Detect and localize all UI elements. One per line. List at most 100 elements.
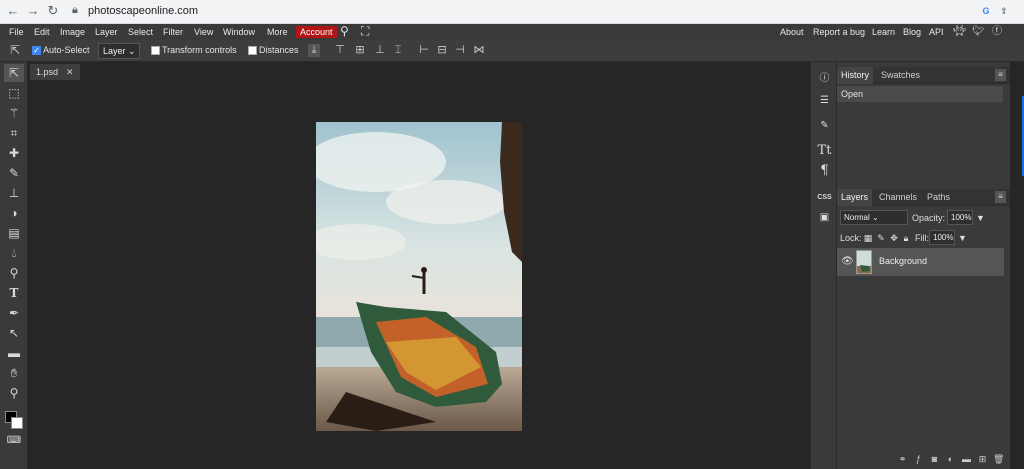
align-bottom-icon[interactable]: ⊥: [374, 44, 386, 57]
menu-window[interactable]: Window: [223, 26, 255, 38]
close-tab-icon[interactable]: ✕: [66, 67, 74, 77]
css-icon[interactable]: CSS: [814, 189, 835, 207]
link-report-bug[interactable]: Report a bug: [813, 26, 865, 38]
keyboard-icon[interactable]: ⌨: [4, 432, 24, 450]
image-canvas[interactable]: [316, 122, 522, 431]
menu-layer[interactable]: Layer: [95, 26, 118, 38]
link-blog[interactable]: Blog: [903, 26, 921, 38]
new-group-icon[interactable]: ▬: [961, 454, 972, 465]
tab-paths[interactable]: Paths: [923, 189, 954, 206]
browser-back-icon[interactable]: ←: [6, 4, 20, 18]
crop-tool-icon[interactable]: ⌗: [4, 124, 24, 142]
eraser-tool-icon[interactable]: ◑: [4, 204, 24, 222]
menu-file[interactable]: File: [9, 26, 24, 38]
opacity-dropdown-icon[interactable]: ▼: [976, 212, 985, 224]
menu-more[interactable]: More: [267, 26, 288, 38]
opacity-input[interactable]: 100%: [947, 210, 973, 225]
lock-pixels-icon[interactable]: ✎: [876, 233, 886, 244]
reddit-icon[interactable]: 👾︎: [953, 25, 966, 38]
shape-tool-icon[interactable]: ▬: [4, 344, 24, 362]
lock-all-icon[interactable]: 🔒︎: [901, 233, 911, 244]
background-color-swatch[interactable]: [11, 417, 23, 429]
account-button[interactable]: Account: [296, 26, 337, 38]
lock-transparency-icon[interactable]: ▦: [863, 233, 873, 244]
visibility-eye-icon[interactable]: 👁︎: [841, 256, 854, 267]
link-about[interactable]: About: [780, 26, 804, 38]
distribute-vertical-icon[interactable]: ⌶: [392, 44, 404, 57]
blend-mode-select[interactable]: Normal ⌄: [840, 210, 908, 225]
info-icon[interactable]: ⓘ: [814, 70, 835, 88]
address-bar[interactable]: 🔒︎ photoscapeonline.com: [70, 3, 1000, 21]
browser-reload-icon[interactable]: ↻: [46, 4, 60, 18]
layer-row[interactable]: 👁︎ Background: [837, 248, 1004, 276]
fill-input[interactable]: 100%: [929, 230, 955, 245]
paragraph-icon[interactable]: ¶: [814, 162, 835, 180]
gradient-tool-icon[interactable]: ▤: [4, 224, 24, 242]
tool-options-bar: ⇱ ✓ Auto-Select Layer ⌄ Transform contro…: [0, 40, 1024, 62]
history-panel-menu-icon[interactable]: ≡: [995, 69, 1006, 81]
move-tool-icon[interactable]: ⇱: [4, 64, 24, 82]
align-right-icon[interactable]: ⊣: [454, 44, 466, 57]
menu-view[interactable]: View: [194, 26, 213, 38]
align-middle-icon[interactable]: ⊞: [354, 44, 366, 57]
layer-name: Background: [879, 256, 928, 266]
image-icon[interactable]: ▣: [814, 209, 835, 227]
tab-history[interactable]: History: [837, 67, 874, 84]
type-tool-icon[interactable]: T: [4, 284, 24, 302]
clone-stamp-tool-icon[interactable]: ⊥: [4, 184, 24, 202]
brush-settings-icon[interactable]: ✎: [814, 117, 835, 135]
share-icon[interactable]: ⇪: [998, 5, 1010, 17]
layers-panel-menu-icon[interactable]: ≡: [995, 191, 1006, 203]
history-panel-tabs: History Swatches ≡: [837, 67, 1010, 84]
browser-forward-icon[interactable]: →: [26, 4, 40, 18]
adjustments-icon[interactable]: ☰: [814, 92, 835, 110]
link-layers-icon[interactable]: ⚭: [897, 454, 908, 465]
tab-swatches[interactable]: Swatches: [877, 67, 924, 84]
pen-tool-icon[interactable]: ✒: [4, 304, 24, 322]
layer-mask-icon[interactable]: ◙: [929, 454, 940, 465]
google-icon[interactable]: G: [980, 5, 992, 17]
new-layer-icon[interactable]: ⊞: [977, 454, 988, 465]
menu-filter[interactable]: Filter: [163, 26, 183, 38]
fill-dropdown-icon[interactable]: ▼: [958, 232, 967, 244]
facebook-icon[interactable]: ⓕ: [991, 25, 1003, 38]
layer-effects-icon[interactable]: ƒ: [913, 454, 924, 465]
brush-tool-icon[interactable]: ✎: [4, 164, 24, 182]
align-top-icon[interactable]: ⊤: [334, 44, 346, 57]
tab-layers[interactable]: Layers: [837, 189, 873, 206]
auto-select-checkbox[interactable]: ✓: [32, 46, 41, 55]
align-center-icon[interactable]: ⊟: [436, 44, 448, 57]
menu-select[interactable]: Select: [128, 26, 153, 38]
tab-channels[interactable]: Channels: [875, 189, 921, 206]
menu-edit[interactable]: Edit: [34, 26, 50, 38]
fullscreen-icon[interactable]: ⛶: [361, 24, 369, 39]
distribute-horizontal-icon[interactable]: ⋈: [473, 44, 485, 57]
blur-tool-icon[interactable]: 💧︎: [4, 244, 24, 262]
hand-tool-icon[interactable]: ✋︎: [4, 364, 24, 382]
link-learn[interactable]: Learn: [872, 26, 895, 38]
marquee-tool-icon[interactable]: ⬚: [4, 84, 24, 102]
link-api[interactable]: API: [929, 26, 944, 38]
distances-checkbox[interactable]: [248, 46, 257, 55]
layer-select[interactable]: Layer ⌄: [98, 43, 140, 59]
character-icon[interactable]: Tt: [814, 142, 835, 160]
delete-layer-icon[interactable]: 🗑︎: [993, 454, 1004, 465]
menu-image[interactable]: Image: [60, 26, 85, 38]
document-tab[interactable]: 1.psd ✕: [30, 64, 80, 80]
panel-shortcuts: ⓘ ☰ ✎ Tt ¶ CSS ▣: [810, 62, 837, 469]
zoom-tool-icon[interactable]: ⚲: [4, 384, 24, 402]
download-icon[interactable]: ⤓: [308, 44, 320, 57]
beach-photo: [316, 122, 522, 431]
side-panels: History Swatches ≡ Open Layers Channels …: [837, 62, 1010, 469]
transform-controls-checkbox[interactable]: [151, 46, 160, 55]
adjustment-layer-icon[interactable]: ◐: [945, 454, 956, 465]
history-entry[interactable]: Open: [837, 86, 1003, 102]
healing-tool-icon[interactable]: ✚: [4, 144, 24, 162]
align-left-icon[interactable]: ⊢: [418, 44, 430, 57]
path-select-tool-icon[interactable]: ↖: [4, 324, 24, 342]
dodge-tool-icon[interactable]: ⚲: [4, 264, 24, 282]
lock-position-icon[interactable]: ✥: [889, 233, 899, 244]
magic-wand-tool-icon[interactable]: ⚚: [4, 104, 24, 122]
search-icon[interactable]: ⚲: [340, 24, 349, 38]
twitter-icon[interactable]: 🐦︎: [972, 25, 985, 38]
